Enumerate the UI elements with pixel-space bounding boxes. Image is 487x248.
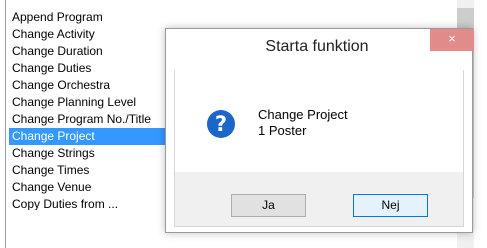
list-item[interactable]: Change Duties [12, 60, 164, 77]
dialog-body: ? Change Project 1 Poster Ja Nej [174, 70, 464, 227]
list-item[interactable]: Copy Duties from ... [12, 196, 164, 210]
list-item[interactable]: Change Times [12, 162, 164, 179]
list-item[interactable]: Change Strings [12, 145, 164, 162]
list-item[interactable]: Append Program [12, 9, 164, 26]
close-icon: × [448, 31, 456, 46]
confirm-dialog: Starta funktion × ? Change Project 1 Pos… [165, 28, 474, 233]
list-item[interactable]: Change Orchestra [12, 77, 164, 94]
list-item[interactable]: Change Program No./Title [12, 111, 164, 128]
dialog-title: Starta funktion [166, 38, 472, 56]
no-button[interactable]: Nej [353, 194, 428, 217]
yes-button[interactable]: Ja [231, 194, 306, 217]
list-item[interactable]: Change Venue [12, 179, 164, 196]
message-area: ? Change Project 1 Poster [175, 70, 463, 172]
question-icon: ? [207, 110, 235, 138]
message-line-1: Change Project [258, 107, 348, 122]
dialog-title-text: Starta funktion [265, 38, 369, 55]
list-item[interactable]: Change Duration [12, 43, 164, 60]
close-button[interactable]: × [430, 29, 474, 51]
message-line-2: 1 Poster [258, 123, 307, 138]
dialog-titlebar[interactable]: Starta funktion × [166, 29, 474, 69]
list-item[interactable]: Change Activity [12, 26, 164, 43]
button-bar: Ja Nej [175, 172, 463, 226]
list-item-selected[interactable]: Change Project [9, 128, 168, 145]
right-gap [474, 0, 487, 248]
list-item[interactable]: Change Planning Level [12, 94, 164, 111]
